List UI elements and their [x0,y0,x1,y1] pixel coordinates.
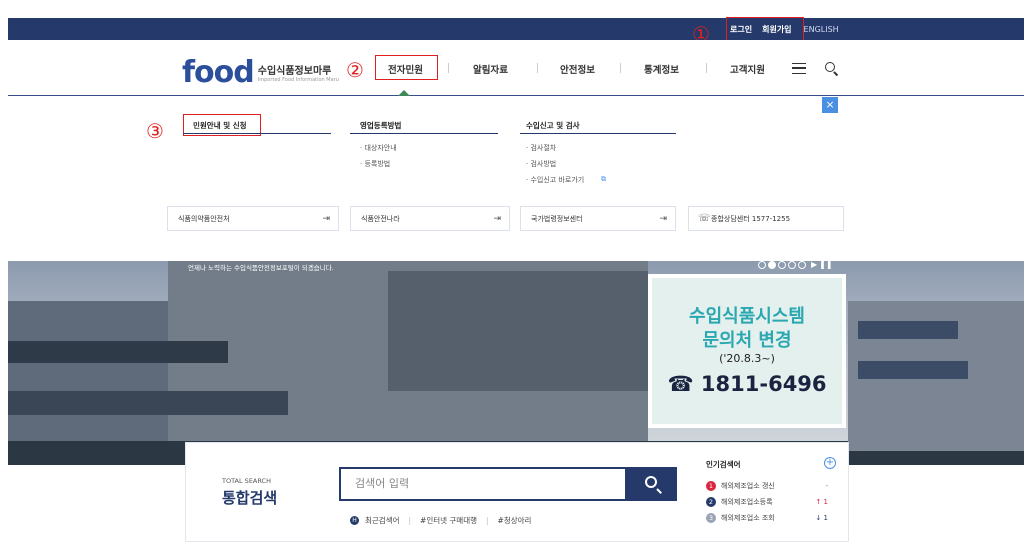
nav-statistics[interactable]: 통계정보 [644,62,679,76]
nav-divider [537,63,538,73]
slide-dot-5[interactable] [798,260,806,269]
rank-change: ↓ 1 [815,514,828,522]
hero-visual [8,261,1024,465]
hamburger-menu-icon[interactable] [792,63,806,74]
top-utility-bar: 로그인 회원가입 ENGLISH [8,18,1024,40]
submenu-registration-method[interactable]: · 등록방법 [360,159,390,169]
popular-item[interactable]: 1 해외제조업소 갱신 - [706,481,836,491]
nav-customer-support[interactable]: 고객지원 [730,62,765,76]
annotation-number-2: ② [346,58,364,82]
menu-import-report-inspection[interactable]: 수입신고 및 검사 [526,120,580,131]
notice-banner[interactable]: 수입식품시스템 문의처 변경 ('20.8.3~) ☎ 1811-6496 [648,274,846,428]
play-icon[interactable]: ▶ [811,260,817,269]
hero-caption: 언제나 노력하는 수입식품안전정보포털이 되겠습니다. [188,264,334,272]
more-plus-icon[interactable]: + [824,457,836,469]
popular-item[interactable]: 3 해외제조업소 조회 ↓ 1 [706,513,836,523]
window-band [8,341,228,363]
menu-business-registration[interactable]: 영업등록방법 [360,120,401,131]
quick-link-law-center[interactable]: 국가법령정보센터 ⇥ [520,206,676,231]
banner-line-1: 수입식품시스템 [689,306,805,327]
logo-subtitle: Imported Food Information Maru [257,77,339,83]
search-icon[interactable] [825,62,835,72]
quick-link-label: 식품의약품안전처 [178,214,230,223]
nav-safety-info[interactable]: 안전정보 [560,62,595,76]
nav-divider [448,63,449,73]
annotation-number-3: ③ [146,119,164,143]
external-link-icon: ⧉ [601,175,606,183]
quick-link-mfds[interactable]: 식품의약품안전처 ⇥ [167,206,339,231]
popular-item[interactable]: 2 해외제조업소등록 ↑ 1 [706,497,836,507]
active-nav-caret [398,90,410,96]
search-icon [645,476,657,488]
divider: | [486,516,489,525]
popular-term: 해외제조업소 갱신 [721,482,775,490]
logo-wordmark: food [182,55,255,90]
window-band [858,321,958,339]
exit-arrow-icon: ⇥ [322,214,330,224]
popular-keywords: 인기검색어 + 1 해외제조업소 갱신 - 2 해외제조업소등록 ↑ 1 3 해… [706,457,836,523]
divider: | [408,516,412,525]
slide-dot-4[interactable] [788,260,796,269]
submenu-inspection-method[interactable]: · 검사방법 [526,159,556,169]
quick-link-label: 종합상담센터 1577-1255 [711,214,791,223]
window-band [858,361,968,379]
rank-badge: 3 [706,513,716,523]
slider-indicator: ▶ ❚❚ [758,260,833,269]
banner-line-3: ('20.8.3~) [719,352,775,365]
window-band [388,271,648,391]
nav-divider [706,63,707,73]
nav-divider [620,63,621,73]
column-underline [183,133,331,134]
search-tag[interactable]: #인터넷 구매대행 [420,515,477,526]
submenu-inspection-procedure[interactable]: · 검사절차 [526,143,556,153]
popular-term: 해외제조업소등록 [721,498,773,506]
recent-searches: H 최근검색어 | #인터넷 구매대행 | #청상아리 [350,515,531,526]
phone-icon: ☏ [698,213,711,224]
recent-label: 최근검색어 [365,516,400,525]
quick-link-label: 식품안전나라 [361,214,400,223]
rank-change: - [825,482,828,490]
quick-link-call-center[interactable]: ☏ 종합상담센터 1577-1255 [688,206,844,231]
slide-dot-3[interactable] [778,260,786,269]
search-input[interactable]: 검색어 입력 [339,467,627,501]
slide-dot-1[interactable] [758,260,766,269]
banner-phone: ☎ 1811-6496 [667,372,827,396]
nav-underline [8,95,1024,96]
popular-title: 인기검색어 [706,460,741,469]
popular-term: 해외제조업소 조회 [721,514,775,522]
search-tag[interactable]: #청상아리 [498,515,532,526]
search-button[interactable] [627,467,677,501]
annotation-box-2 [375,55,438,80]
submenu-target-guide[interactable]: · 대상자안내 [360,143,397,153]
nav-notice[interactable]: 알림자료 [473,62,508,76]
total-search-panel: TOTAL SEARCH 통합검색 검색어 입력 H 최근검색어 | #인터넷 … [185,442,849,542]
logo-title: 수입식품정보마루 [257,66,332,77]
main-header [0,40,1032,96]
exit-arrow-icon: ⇥ [659,214,667,224]
slide-dot-2[interactable] [768,260,776,269]
site-logo[interactable]: food 수입식품정보마루 Imported Food Information … [182,55,339,90]
search-label-ko: 통합검색 [222,489,278,507]
english-link[interactable]: ENGLISH [804,25,839,34]
column-underline [520,133,676,134]
rank-badge: 2 [706,497,716,507]
column-underline [350,133,498,134]
submenu-import-report-shortcut[interactable]: · 수입신고 바로가기 [526,175,584,185]
history-icon: H [350,516,359,525]
banner-line-2: 문의처 변경 [702,330,792,351]
window-band [8,391,288,415]
quick-link-label: 국가법령정보센터 [531,214,583,223]
search-label-en: TOTAL SEARCH [222,477,271,485]
pause-icon[interactable]: ❚❚ [819,260,832,269]
exit-arrow-icon: ⇥ [493,214,501,224]
rank-change: ↑ 1 [815,498,828,506]
rank-badge: 1 [706,481,716,491]
quick-link-foodsafetykorea[interactable]: 식품안전나라 ⇥ [350,206,510,231]
close-dropdown-button[interactable]: × [822,97,838,113]
